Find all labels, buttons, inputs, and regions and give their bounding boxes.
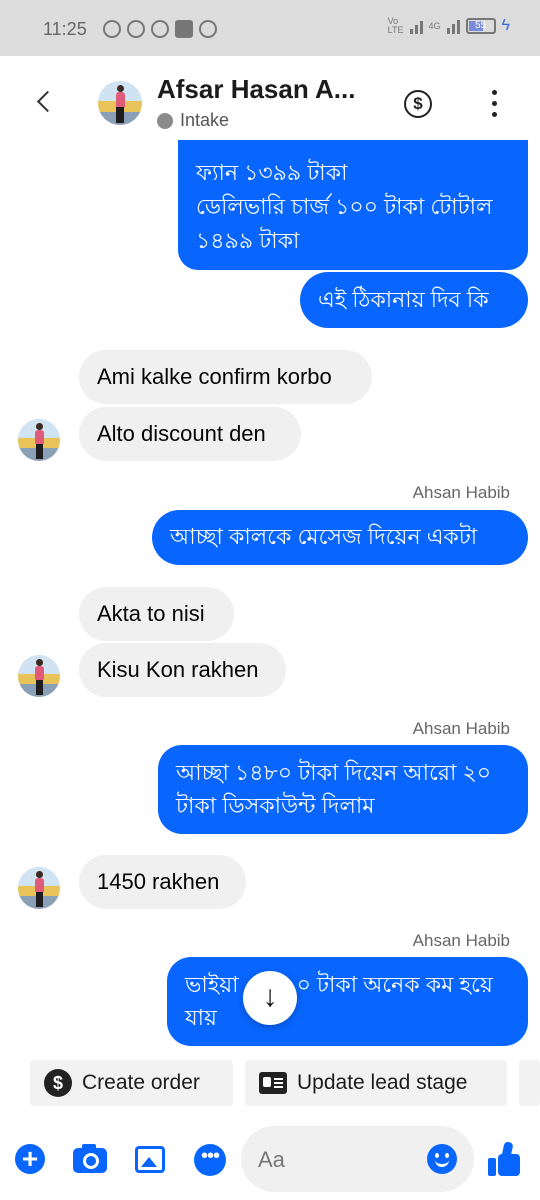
message-bubble[interactable]: ফ্যান ১৩৯৯ টাকা ডেলিভারি চার্জ ১০০ টাকা … (178, 140, 528, 270)
more-options-icon[interactable] (484, 88, 504, 120)
message-text: আচ্ছা ১৪৮০ টাকা দিয়েন আরো ২০ টাকা ডিসকা… (176, 760, 492, 818)
contact-avatar[interactable] (18, 655, 60, 697)
message-placeholder: Aa (258, 1147, 285, 1172)
dollar-icon: $ (44, 1069, 72, 1097)
lead-status: Intake (157, 110, 229, 131)
message-bubble[interactable]: এই ঠিকানায় দিব কি (300, 272, 528, 328)
emoji-icon[interactable] (427, 1144, 457, 1174)
vpn-icon (127, 20, 145, 38)
v-app-icon (175, 20, 193, 38)
message-text-start: ভাইয়া (185, 972, 239, 997)
message-bubble[interactable]: Alto discount den (79, 407, 301, 461)
message-bubble[interactable]: আচ্ছা ১৪৮০ টাকা দিয়েন আরো ২০ টাকা ডিসকা… (158, 745, 528, 834)
sender-name: Ahsan Habib (412, 719, 510, 738)
message-text: Kisu Kon rakhen (97, 657, 259, 682)
update-lead-stage-button[interactable]: Update lead stage (245, 1060, 507, 1106)
message-input[interactable]: Aa (241, 1126, 474, 1192)
dollar-icon[interactable]: $ (404, 90, 432, 118)
message-text: ফ্যান ১৩৯৯ টাকা ডেলিভারি চার্জ ১০০ টাকা … (196, 160, 493, 253)
chat-header: Afsar Hasan A... Intake $ (0, 56, 540, 151)
more-actions-button[interactable] (519, 1060, 540, 1106)
status-time: 11:25 (43, 19, 87, 39)
message-text: এই ঠিকানায় দিব কি (318, 287, 489, 312)
status-bar: 11:25 Vo LTE 4G 55 ϟ (0, 0, 540, 56)
message-text-end: ০ টাকা অনেক কম হয়ে (296, 972, 493, 997)
contact-avatar[interactable] (18, 867, 60, 909)
charging-icon: ϟ (501, 17, 510, 34)
volte-indicator: Vo LTE (388, 17, 404, 35)
create-order-button[interactable]: $ Create order (30, 1060, 233, 1106)
contact-avatar[interactable] (18, 419, 60, 461)
battery-icon: 55 (465, 18, 496, 34)
message-text: Akta to nisi (97, 601, 205, 626)
message-bubble[interactable]: 1450 rakhen (79, 855, 246, 909)
message-bubble[interactable]: Ami kalke confirm korbo (79, 350, 372, 404)
status-dot-icon (157, 112, 173, 129)
camera-icon[interactable] (73, 1144, 107, 1173)
battery-level: 55 (474, 20, 487, 31)
scroll-down-button[interactable]: ↓ (243, 971, 297, 1025)
thumbs-up-icon[interactable] (488, 1141, 522, 1176)
status-right: Vo LTE 4G 55 ϟ (388, 17, 510, 35)
lead-status-label: Intake (180, 110, 230, 130)
update-lead-stage-label: Update lead stage (297, 1071, 468, 1094)
messenger-icon (103, 20, 121, 38)
message-bubble[interactable]: Kisu Kon rakhen (79, 643, 286, 697)
contact-avatar[interactable] (98, 81, 142, 125)
sender-name: Ahsan Habib (412, 483, 510, 502)
message-bubble[interactable]: আচ্ছা কালকে মেসেজ দিয়েন একটা (152, 510, 528, 565)
signal-icon-2 (446, 18, 460, 34)
arrow-icon (151, 20, 169, 38)
message-text: 1450 rakhen (97, 869, 220, 894)
sender-name: Ahsan Habib (412, 931, 510, 950)
signal-icon (409, 18, 423, 34)
contact-name[interactable]: Afsar Hasan A... (157, 74, 355, 105)
gallery-icon[interactable] (135, 1146, 165, 1173)
notification-icons (103, 20, 217, 38)
volte-bottom: LTE (387, 25, 404, 35)
message-text: Ami kalke confirm korbo (97, 364, 332, 389)
data-indicator: 4G (428, 20, 441, 31)
back-arrow-icon[interactable] (30, 86, 60, 116)
message-text: Alto discount den (97, 421, 266, 446)
message-line-2: যায় (185, 1005, 218, 1030)
message-bubble[interactable]: ভাইয়া ০ টাকা অনেক কম হয়ে যায় (167, 957, 528, 1046)
quick-reply-icon[interactable]: ••• (194, 1144, 226, 1176)
plus-icon[interactable]: + (15, 1144, 45, 1174)
create-order-label: Create order (82, 1071, 200, 1094)
message-text: আচ্ছা কালকে মেসেজ দিয়েন একটা (170, 524, 478, 549)
message-line-1: ভাইয়া ০ টাকা অনেক কম হয়ে (185, 968, 510, 1001)
contact-card-icon (259, 1072, 287, 1094)
message-composer: + ••• Aa (0, 1118, 540, 1200)
android-icon (199, 20, 217, 38)
arrow-down-icon: ↓ (262, 980, 278, 1013)
message-bubble[interactable]: Akta to nisi (79, 587, 234, 641)
